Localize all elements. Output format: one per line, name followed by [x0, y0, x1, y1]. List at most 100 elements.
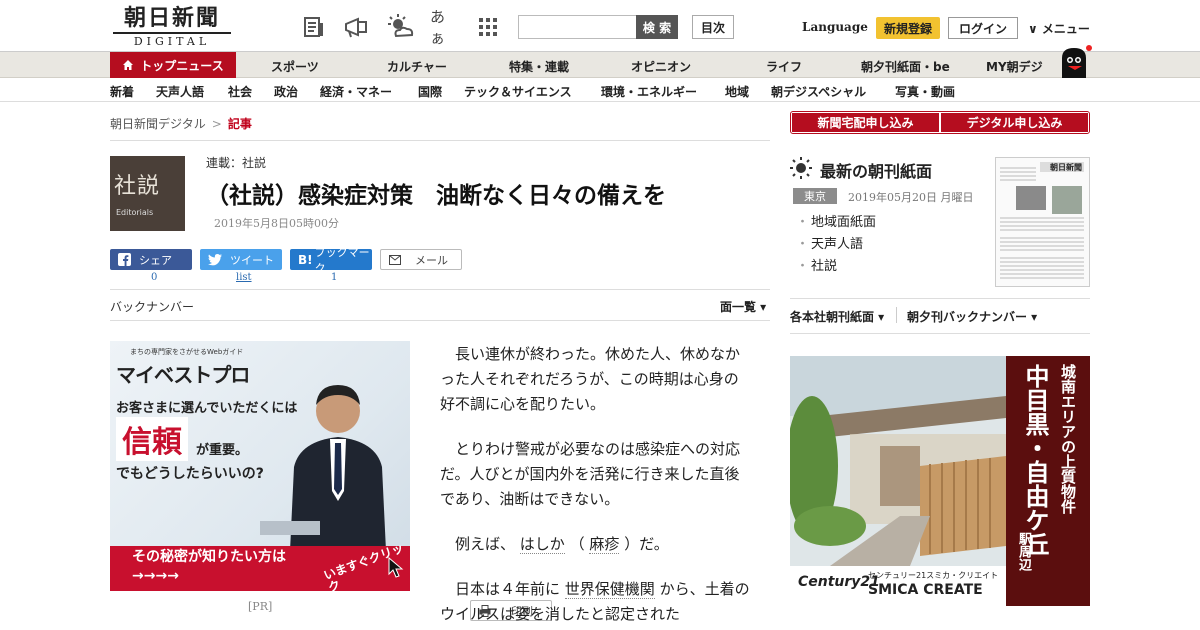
ad-area-text: 城南エリアの上質物件: [1059, 364, 1077, 514]
site-logo[interactable]: 朝日新聞 DIGITAL: [113, 6, 231, 48]
regional-paper-dropdown[interactable]: 各本社朝刊紙面 ▾: [790, 308, 884, 325]
home-delivery-apply-button[interactable]: 新聞宅配申し込み: [792, 113, 939, 132]
sun-icon: [790, 157, 812, 179]
weather-icon[interactable]: [386, 13, 414, 41]
digital-apply-button[interactable]: デジタル申し込み: [941, 113, 1088, 132]
twitter-share-label: ツイート: [230, 253, 274, 267]
breadcrumb: 朝日新聞デジタル > 記事: [110, 115, 252, 132]
login-button[interactable]: ログイン: [948, 17, 1018, 39]
site-header: 朝日新聞 DIGITAL あぁ 検 索 目次 Language 新規登録 ログイ…: [0, 0, 1200, 52]
series-label[interactable]: 連載：社説: [206, 154, 266, 171]
twitter-icon: [208, 253, 222, 265]
subnav-special[interactable]: 朝デジスペシャル: [771, 83, 866, 100]
paragraph-text: ）だ。: [624, 535, 669, 553]
mail-share-button[interactable]: メール: [380, 249, 462, 270]
keyword-link-who[interactable]: 世界保健機関: [564, 580, 655, 599]
subnav-society[interactable]: 社会: [228, 83, 252, 100]
article-title: （社説）感染症対策 油断なく日々の備えを: [206, 183, 666, 209]
paper-masthead: 朝日新聞: [1050, 163, 1082, 172]
subnav-region[interactable]: 地域: [725, 83, 749, 100]
subnav-environment[interactable]: 環境・エネルギー: [601, 83, 697, 100]
subnav-economy[interactable]: 経済・マネー: [320, 83, 392, 100]
search-button[interactable]: 検 索: [636, 15, 678, 39]
divider: [110, 140, 770, 141]
advertisement-mybestpro[interactable]: まちの専門家をさがせるWebガイド マイベストプロ お客さまに選んでいただくには…: [110, 341, 410, 591]
hatena-bookmark-label: ブックマーク: [314, 245, 370, 275]
nav-features[interactable]: 特集・連載: [509, 58, 569, 75]
pr-label: [PR]: [248, 600, 273, 613]
hatena-bookmark-button[interactable]: B! ブックマーク: [290, 246, 372, 275]
article-body: 長い連休が終わった。休めた人、休めなかった人それぞれだろうが、この時期は心身の好…: [440, 342, 750, 630]
subnav-tech[interactable]: テック＆サイエンス: [464, 83, 572, 100]
megaphone-icon[interactable]: [342, 13, 370, 41]
keyword-link-hashika[interactable]: はしか: [519, 535, 565, 554]
ad-side-panel: 城南エリアの上質物件 中目黒・自由ケ丘 駅周辺: [1006, 356, 1090, 606]
ad-trust: 信頼: [116, 417, 188, 461]
menu-button[interactable]: ∨ メニュー: [1028, 20, 1090, 37]
toc-button[interactable]: 目次: [692, 15, 734, 39]
subnav-tenseijingo[interactable]: 天声人語: [156, 83, 204, 100]
paper-thumbnail[interactable]: 朝日新聞: [995, 157, 1090, 287]
breadcrumb-separator: >: [211, 117, 222, 131]
nav-opinion[interactable]: オピニオン: [631, 58, 691, 75]
font-size-icon[interactable]: あぁ: [430, 8, 458, 47]
divider: [110, 289, 770, 290]
twitter-share-button[interactable]: ツイート: [200, 249, 282, 270]
paragraph: 例えば、 はしか （ 麻疹 ）だ。: [440, 532, 750, 557]
paragraph: 長い連休が終わった。休めた人、休めなかった人それぞれだろうが、この時期は心身の好…: [440, 345, 741, 413]
facebook-share-label: シェア: [139, 253, 172, 267]
nav-top-news[interactable]: トップニュース: [110, 52, 236, 78]
paragraph: 日本は４年前に 世界保健機関 から、土着のウイルスは姿を消したと認定された: [440, 577, 750, 627]
sub-nav: 新着 天声人語 社会 政治 経済・マネー 国際 テック＆サイエンス 環境・エネル…: [0, 79, 1200, 102]
search-input[interactable]: [518, 15, 638, 39]
editorial-badge: 社説 Editorials: [110, 156, 185, 231]
nav-life[interactable]: ライフ: [766, 58, 802, 75]
language-link[interactable]: Language: [802, 20, 868, 34]
nav-sports[interactable]: スポーツ: [271, 58, 319, 75]
ad-station-text: 駅周辺: [1016, 532, 1031, 571]
paragraph-text: 日本は４年前に: [455, 580, 561, 598]
signup-button[interactable]: 新規登録: [876, 17, 940, 39]
century21-company-jp: センチュリー21スミカ・クリエイト: [868, 571, 999, 580]
advertisement-century21[interactable]: 城南エリアの上質物件 中目黒・自由ケ丘 駅周辺 Century21 センチュリー…: [790, 356, 1090, 606]
latest-paper-title[interactable]: 最新の朝刊紙面: [820, 158, 932, 182]
ad-juuyou: が重要。: [196, 443, 249, 458]
ad-line1: お客さまに選んでいただくには: [116, 401, 298, 416]
paper-link-editorial[interactable]: 社説: [796, 256, 876, 278]
paper-link-regional[interactable]: 地域面紙面: [796, 212, 876, 234]
mail-share-label: メール: [415, 253, 448, 267]
subnav-photo[interactable]: 写真・動画: [895, 83, 955, 100]
subnav-international[interactable]: 国際: [418, 83, 442, 100]
facebook-icon: [118, 253, 131, 266]
ad-logo-band: Century21 センチュリー21スミカ・クリエイト SMICA CREATE: [790, 566, 1006, 606]
breadcrumb-current: 記事: [227, 117, 252, 131]
logo-en: DIGITAL: [113, 32, 231, 48]
backnumber-label[interactable]: バックナンバー: [110, 298, 194, 315]
region-badge: 東京: [793, 188, 837, 204]
backnumber-dropdown[interactable]: 朝夕刊バックナンバー ▾: [907, 308, 1037, 325]
paragraph-text: 例えば、: [455, 535, 516, 553]
cursor-icon: [388, 557, 404, 578]
paragraph-text: （: [569, 535, 585, 553]
twitter-share-count[interactable]: list: [236, 272, 252, 283]
keyword-link-mashin[interactable]: 麻疹: [589, 535, 620, 554]
paper-link-tenseijingo[interactable]: 天声人語: [796, 234, 876, 256]
paragraph: とりわけ警戒が必要なのは感染症への対応だ。人びとが国内外を活発に行き来した直後で…: [440, 440, 741, 508]
nav-paper[interactable]: 朝夕刊紙面・be: [861, 58, 950, 75]
subnav-politics[interactable]: 政治: [274, 83, 298, 100]
logo-jp: 朝日新聞: [123, 5, 220, 31]
nav-my-asadigi[interactable]: MY朝デジ: [986, 58, 1043, 75]
breadcrumb-home[interactable]: 朝日新聞デジタル: [110, 117, 206, 131]
paper-links: 地域面紙面 天声人語 社説: [796, 212, 876, 278]
hatena-bookmark-count: 1: [331, 272, 338, 283]
mascot-icon[interactable]: [1056, 44, 1092, 78]
grid-icon[interactable]: [474, 13, 502, 41]
nav-culture[interactable]: カルチャー: [387, 58, 447, 75]
editorial-badge-kanji: 社説: [114, 174, 161, 199]
facebook-share-count: 0: [151, 272, 158, 283]
page-list-dropdown[interactable]: 面一覧 ▾: [720, 298, 766, 315]
smica-create-logo: SMICA CREATE: [868, 582, 983, 598]
facebook-share-button[interactable]: シェア: [110, 249, 192, 270]
newspaper-icon[interactable]: [300, 13, 328, 41]
subnav-new[interactable]: 新着: [110, 83, 134, 100]
